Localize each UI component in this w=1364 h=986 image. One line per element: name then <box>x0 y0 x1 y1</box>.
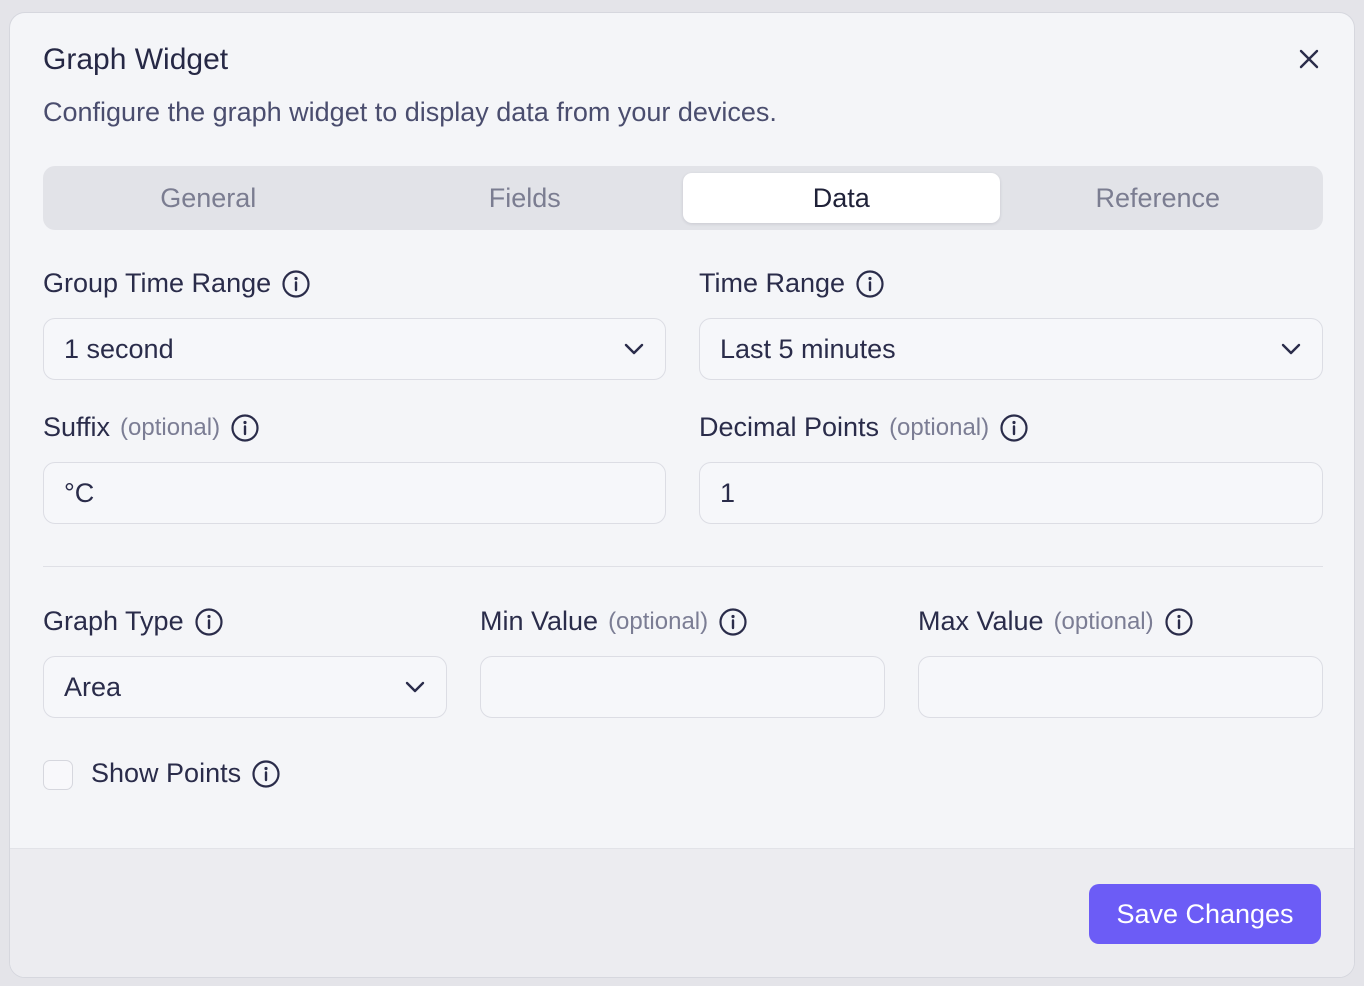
show-points-label-row: Show Points <box>91 758 281 789</box>
tab-data[interactable]: Data <box>683 173 1000 223</box>
tab-fields[interactable]: Fields <box>367 173 684 223</box>
info-icon[interactable] <box>1164 607 1194 637</box>
graph-widget-dialog: Graph Widget Configure the graph widget … <box>9 12 1355 978</box>
info-icon[interactable] <box>281 269 311 299</box>
suffix-input[interactable]: °C <box>43 462 666 524</box>
tab-general[interactable]: General <box>50 173 367 223</box>
chevron-down-icon <box>405 681 425 693</box>
group-time-range-select[interactable]: 1 second <box>43 318 666 380</box>
info-icon[interactable] <box>999 413 1029 443</box>
show-points-label: Show Points <box>91 758 242 788</box>
suffix-label-row: Suffix (optional) <box>43 412 260 443</box>
info-icon[interactable] <box>230 413 260 443</box>
max-value-label: Max Value <box>918 606 1044 636</box>
graph-type-label: Graph Type <box>43 606 184 636</box>
suffix-label: Suffix <box>43 412 111 442</box>
save-changes-button[interactable]: Save Changes <box>1089 884 1321 944</box>
close-icon <box>1299 49 1319 69</box>
tab-reference[interactable]: Reference <box>1000 173 1317 223</box>
time-range-select[interactable]: Last 5 minutes <box>699 318 1323 380</box>
decimal-points-input[interactable]: 1 <box>699 462 1323 524</box>
graph-type-select[interactable]: Area <box>43 656 447 718</box>
decimal-points-label-row: Decimal Points (optional) <box>699 412 1029 443</box>
time-range-value: Last 5 minutes <box>720 333 896 364</box>
info-icon[interactable] <box>251 759 281 789</box>
graph-type-value: Area <box>64 671 122 702</box>
close-button[interactable] <box>1293 43 1325 75</box>
suffix-value: °C <box>64 477 95 508</box>
time-range-label-row: Time Range <box>699 268 885 299</box>
section-divider <box>43 566 1323 567</box>
graph-type-label-row: Graph Type <box>43 606 224 637</box>
group-time-range-label: Group Time Range <box>43 268 272 298</box>
optional-tag: (optional) <box>889 413 990 441</box>
chevron-down-icon <box>624 343 644 355</box>
info-icon[interactable] <box>855 269 885 299</box>
dialog-title: Graph Widget <box>43 43 229 76</box>
optional-tag: (optional) <box>608 607 709 635</box>
group-time-range-value: 1 second <box>64 333 174 364</box>
decimal-points-value: 1 <box>720 477 736 508</box>
max-value-input[interactable] <box>918 656 1323 718</box>
time-range-label: Time Range <box>699 268 846 298</box>
info-icon[interactable] <box>718 607 748 637</box>
tab-list: General Fields Data Reference <box>43 166 1323 230</box>
optional-tag: (optional) <box>1053 607 1154 635</box>
info-icon[interactable] <box>194 607 224 637</box>
min-value-label-row: Min Value (optional) <box>480 606 748 637</box>
dialog-description: Configure the graph widget to display da… <box>43 97 777 127</box>
decimal-points-label: Decimal Points <box>699 412 880 442</box>
min-value-input[interactable] <box>480 656 885 718</box>
max-value-label-row: Max Value (optional) <box>918 606 1194 637</box>
optional-tag: (optional) <box>120 413 221 441</box>
group-time-range-label-row: Group Time Range <box>43 268 311 299</box>
chevron-down-icon <box>1281 343 1301 355</box>
show-points-checkbox[interactable] <box>43 760 73 790</box>
min-value-label: Min Value <box>480 606 599 636</box>
